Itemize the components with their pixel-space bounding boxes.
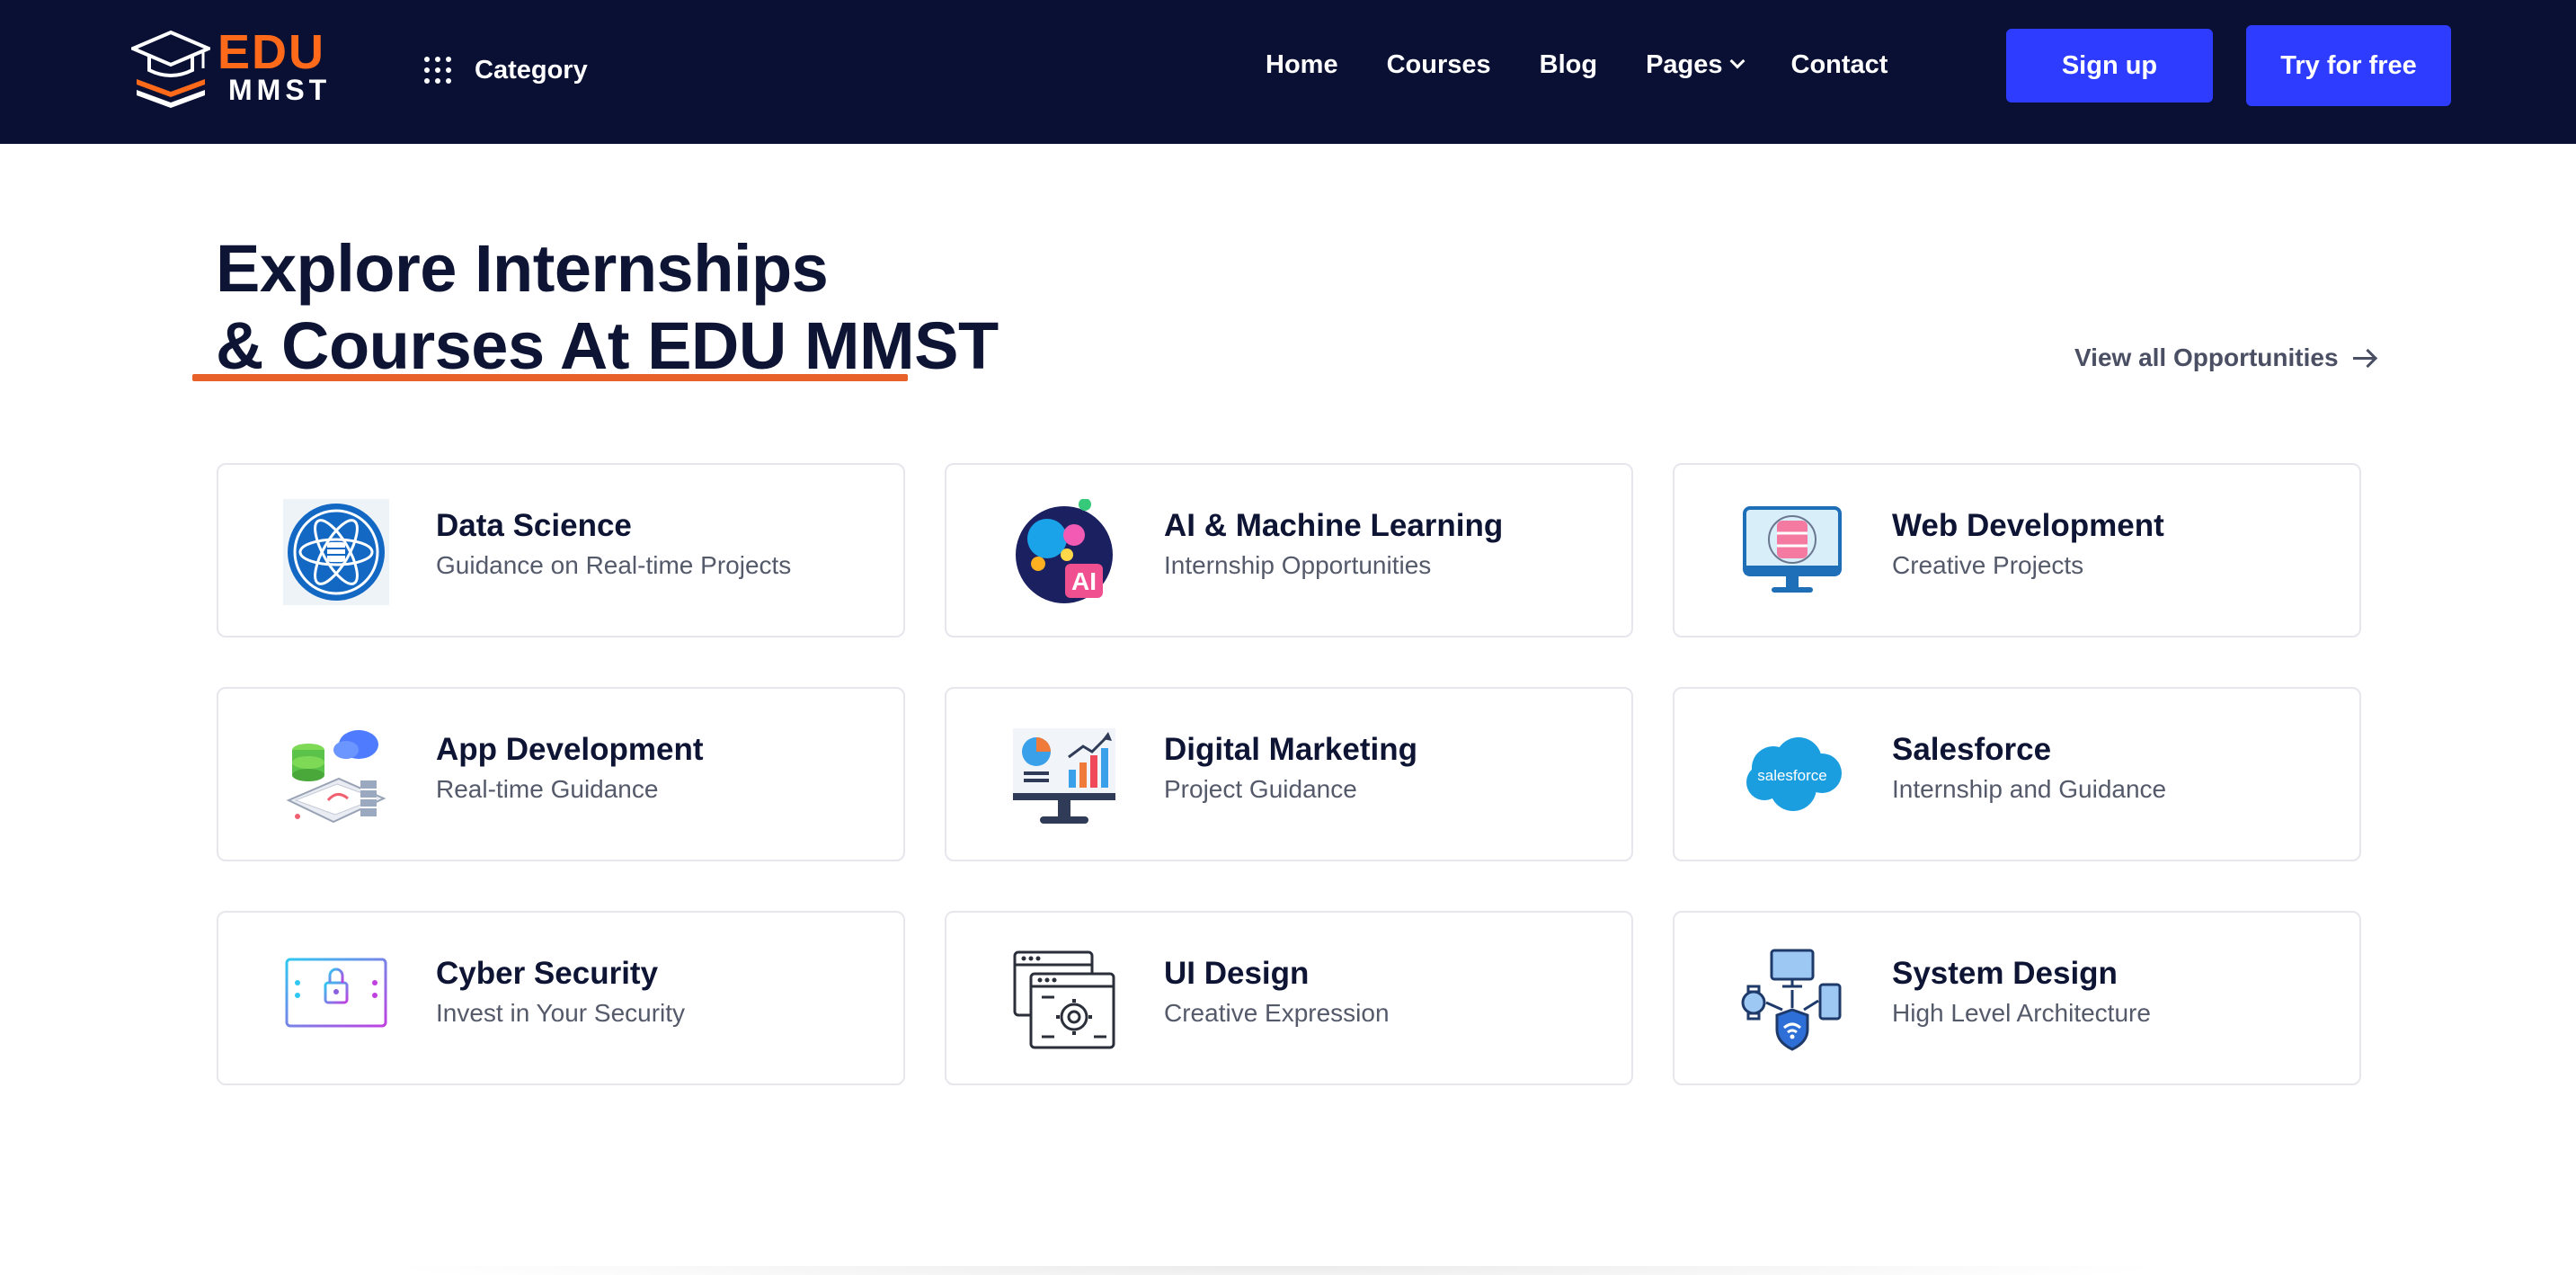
category-menu[interactable]: Category: [424, 52, 588, 88]
card-subtitle: Creative Expression: [1164, 999, 1390, 1027]
course-card-data-science[interactable]: Data Science Guidance on Real-time Proje…: [217, 463, 905, 638]
course-card-app-development[interactable]: App Development Real-time Guidance: [217, 687, 905, 861]
nav-link-blog[interactable]: Blog: [1540, 50, 1597, 80]
site-logo[interactable]: EDU MMST: [126, 22, 333, 111]
signup-button[interactable]: Sign up: [2006, 29, 2213, 103]
course-card-salesforce[interactable]: salesforce Salesforce Internship and Gui…: [1673, 687, 2361, 861]
card-subtitle: Creative Projects: [1892, 551, 2084, 579]
digital-marketing-icon: [1011, 723, 1117, 829]
course-card-digital-marketing[interactable]: Digital Marketing Project Guidance: [945, 687, 1633, 861]
section-divider-shadow: [378, 1266, 2175, 1275]
web-development-icon: [1739, 499, 1845, 605]
card-subtitle: Guidance on Real-time Projects: [436, 551, 792, 579]
grid-dots-icon: [424, 57, 451, 84]
nav-link-courses[interactable]: Courses: [1387, 50, 1491, 80]
view-all-label: View all Opportunities: [2074, 343, 2339, 371]
top-navbar: EDU MMST Category Home Courses Blog Page…: [0, 0, 2576, 144]
chevron-down-icon: [1729, 53, 1745, 69]
data-science-icon: [283, 499, 389, 605]
card-title: Digital Marketing: [1164, 732, 1417, 767]
graduation-cap-icon: [131, 30, 210, 108]
logo-text-mmst: MMST: [228, 74, 332, 106]
salesforce-logo-text: salesforce: [1757, 767, 1826, 784]
card-title: Salesforce: [1892, 732, 2052, 767]
card-title: Web Development: [1892, 508, 2164, 543]
nav-link-pages-label: Pages: [1646, 49, 1723, 79]
app-development-icon: [283, 723, 389, 829]
salesforce-icon: salesforce: [1739, 723, 1845, 829]
heading-line-1: Explore Internships: [216, 231, 829, 306]
nav-link-pages[interactable]: Pages: [1646, 49, 1745, 80]
category-label: Category: [475, 55, 588, 85]
card-subtitle: Project Guidance: [1164, 775, 1357, 803]
course-card-cyber-security[interactable]: Cyber Security Invest in Your Security: [217, 911, 905, 1085]
nav-link-home[interactable]: Home: [1266, 50, 1338, 80]
course-card-ui-design[interactable]: UI Design Creative Expression: [945, 911, 1633, 1085]
card-subtitle: Internship Opportunities: [1164, 551, 1432, 579]
system-design-icon: [1739, 947, 1845, 1053]
card-title: AI & Machine Learning: [1164, 508, 1504, 543]
course-card-ai-ml[interactable]: AI AI & Machine Learning Internship Oppo…: [945, 463, 1633, 638]
main-nav: Home Courses Blog Pages Contact: [1266, 47, 1888, 83]
logo-text-edu: EDU: [218, 25, 326, 79]
card-title: App Development: [436, 732, 704, 767]
nav-link-contact[interactable]: Contact: [1791, 50, 1888, 80]
view-all-opportunities-link[interactable]: View all Opportunities: [2074, 340, 2376, 376]
arrow-right-icon: [2352, 349, 2376, 367]
card-title: System Design: [1892, 956, 2118, 991]
card-title: Data Science: [436, 508, 632, 543]
try-for-free-button[interactable]: Try for free: [2246, 25, 2451, 106]
svg-text:AI: AI: [1071, 567, 1097, 595]
card-title: Cyber Security: [436, 956, 659, 991]
card-subtitle: Invest in Your Security: [436, 999, 686, 1027]
course-card-web-development[interactable]: Web Development Creative Projects: [1673, 463, 2361, 638]
card-subtitle: Internship and Guidance: [1892, 775, 2167, 803]
ui-design-icon: [1011, 947, 1117, 1053]
course-card-system-design[interactable]: System Design High Level Architecture: [1673, 911, 2361, 1085]
card-subtitle: High Level Architecture: [1892, 999, 2151, 1027]
heading-underline: [192, 374, 908, 381]
card-subtitle: Real-time Guidance: [436, 775, 659, 803]
ai-icon: AI: [1011, 499, 1117, 605]
section-heading: Explore Internships & Courses At EDU MMS…: [216, 230, 999, 385]
card-title: UI Design: [1164, 956, 1310, 991]
cyber-security-icon: [283, 947, 389, 1053]
